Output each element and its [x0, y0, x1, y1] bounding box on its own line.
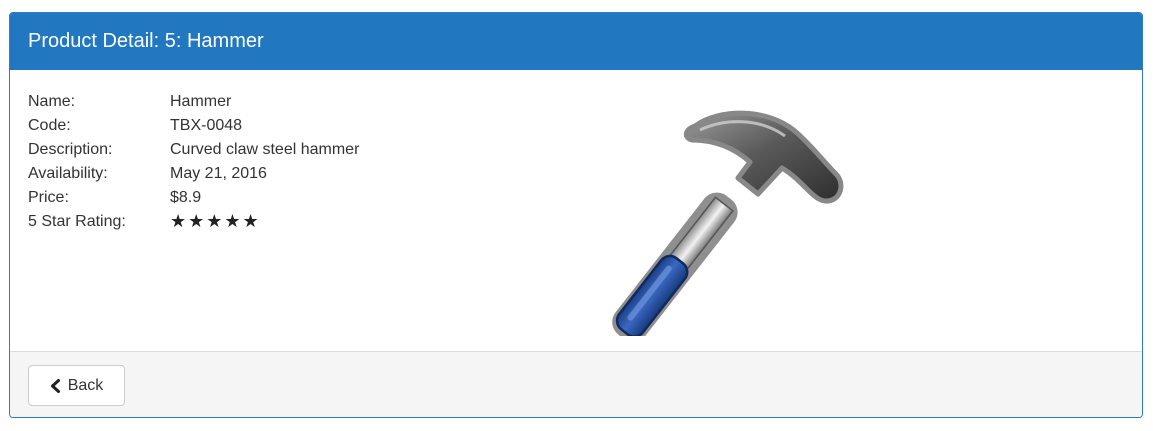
row-price: Price: $8.9 [28, 186, 359, 210]
row-description: Description: Curved claw steel hammer [28, 138, 359, 162]
description-value: Curved claw steel hammer [170, 141, 360, 158]
name-value: Hammer [170, 93, 232, 110]
star-rating: ★★★★★ [170, 211, 261, 232]
row-rating: 5 Star Rating: ★★★★★ [28, 210, 359, 234]
name-label: Name: [28, 93, 76, 110]
row-code: Code: TBX-0048 [28, 114, 359, 138]
back-button[interactable]: Back [28, 365, 125, 406]
price-value: $8.9 [170, 189, 202, 206]
description-label: Description: [28, 141, 113, 158]
row-availability: Availability: May 21, 2016 [28, 162, 359, 186]
code-label: Code: [28, 117, 71, 134]
product-details-table: Name: Hammer Code: TBX-0048 Description:… [28, 90, 359, 234]
availability-value: May 21, 2016 [170, 165, 267, 182]
back-button-label: Back [67, 376, 104, 394]
availability-label: Availability: [28, 165, 108, 182]
row-name: Name: Hammer [28, 90, 359, 114]
panel-body: Name: Hammer Code: TBX-0048 Description:… [10, 70, 1142, 352]
product-detail-panel: Product Detail: 5: Hammer Name: Hammer C… [9, 12, 1143, 418]
panel-footer: Back [10, 352, 1142, 417]
panel-title: Product Detail: 5: Hammer [10, 13, 1142, 70]
code-value: TBX-0048 [170, 117, 243, 134]
chevron-left-icon [50, 378, 60, 393]
rating-label: 5 Star Rating: [28, 213, 126, 230]
hammer-icon [612, 110, 844, 336]
price-label: Price: [28, 189, 69, 206]
